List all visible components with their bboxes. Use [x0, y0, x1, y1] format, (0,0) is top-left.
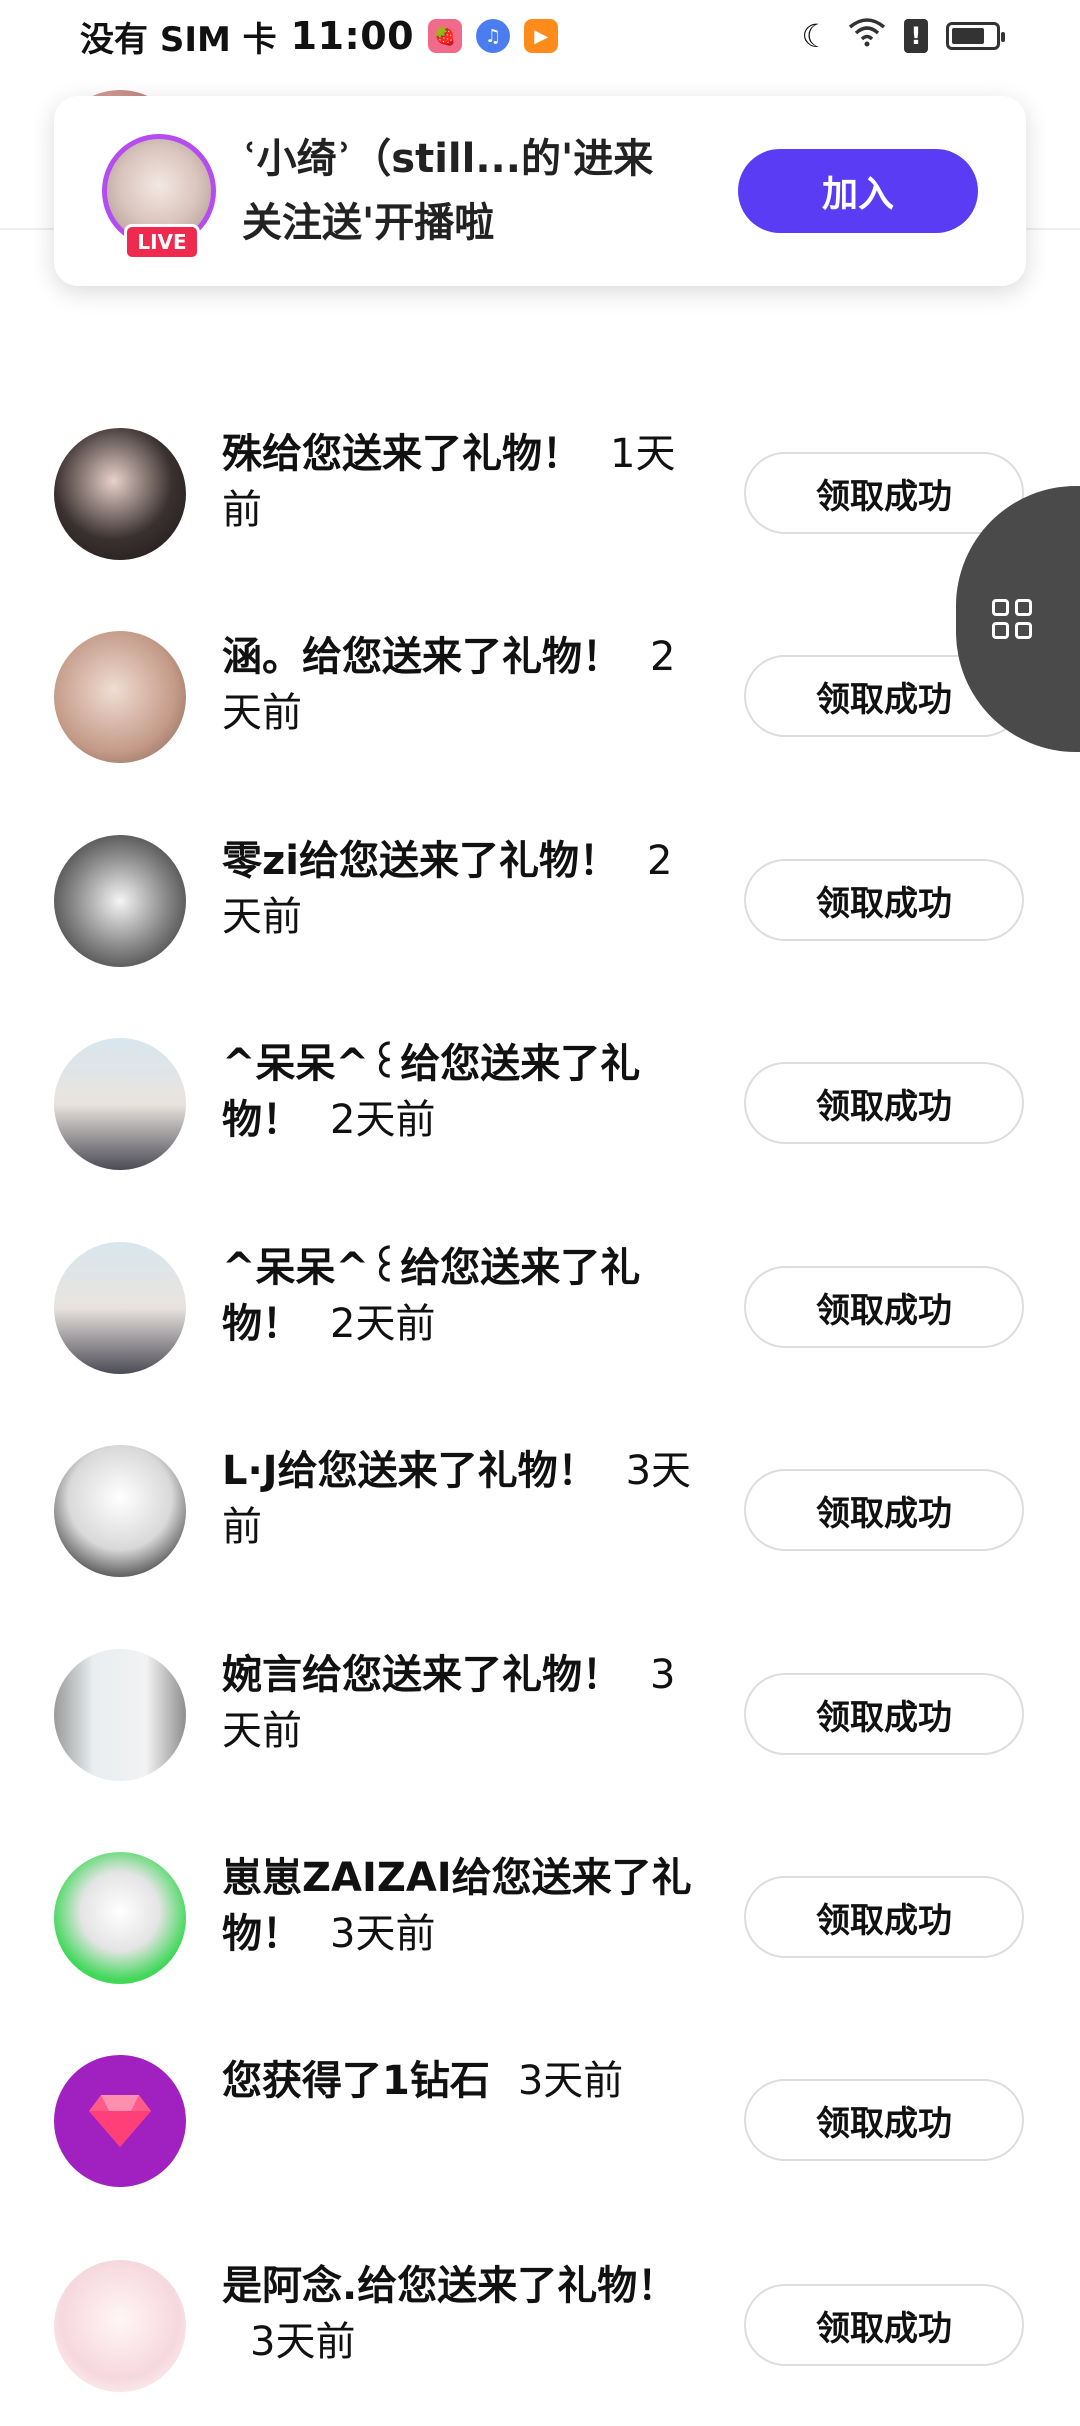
message-text: 您获得了1钻石 — [222, 2058, 490, 2104]
time-ago: 2天前 — [330, 1097, 436, 1143]
notification-message: 殊给您送来了礼物！ 1天前 — [222, 426, 702, 538]
message-text: 婉言给您送来了礼物！ — [222, 1652, 622, 1698]
notification-message: 婉言给您送来了礼物！ 3天前 — [222, 1647, 702, 1759]
time-ago: 3天前 — [330, 1911, 436, 1957]
claim-status-button[interactable]: 领取成功 — [744, 2079, 1024, 2161]
notification-message: L·J给您送来了礼物！ 3天前 — [222, 1443, 702, 1555]
live-notification-banner[interactable]: LIVE ʿ小绮ʾ（still...的'进来关注送'开播啦 加入 — [54, 96, 1026, 286]
music-icon: ♫ — [476, 19, 511, 53]
claim-status-button[interactable]: 领取成功 — [744, 2284, 1024, 2366]
diamond-icon[interactable] — [54, 2055, 186, 2187]
list-item: L·J给您送来了礼物！ 3天前 领取成功 — [0, 1407, 1080, 1611]
banner-message: ʿ小绮ʾ（still...的'进来关注送'开播啦 — [242, 136, 654, 246]
message-text: 殊给您送来了礼物！ — [222, 431, 582, 477]
status-left: 没有 SIM 卡 11:00 🍓 ♫ ▶ — [80, 12, 559, 61]
avatar[interactable] — [54, 1852, 186, 1984]
avatar[interactable] — [54, 1649, 186, 1781]
notification-message: 您获得了1钻石 3天前 — [222, 2053, 702, 2109]
streamer-avatar[interactable]: LIVE — [102, 134, 216, 260]
strawberry-app-icon: 🍓 — [428, 19, 463, 53]
list-item: 涵。给您送来了礼物！ 2天前 领取成功 — [0, 593, 1080, 797]
notification-message: 涵。给您送来了礼物！ 2天前 — [222, 629, 702, 741]
avatar[interactable] — [54, 631, 186, 763]
message-text: 涵。给您送来了礼物！ — [222, 634, 622, 680]
list-item: ^呆呆^꒰给您送来了礼物！ 2天前 领取成功 — [0, 1000, 1080, 1204]
moon-icon: ☾ — [801, 17, 830, 55]
alert-icon: ! — [904, 19, 928, 53]
list-item: 婉言给您送来了礼物！ 3天前 领取成功 — [0, 1611, 1080, 1815]
wifi-icon — [848, 17, 886, 55]
notification-message: ^呆呆^꒰给您送来了礼物！ 2天前 — [222, 1240, 702, 1352]
time-ago: 2天前 — [330, 1301, 436, 1347]
grid-icon — [992, 599, 1032, 639]
avatar[interactable] — [54, 835, 186, 967]
live-badge: LIVE — [124, 224, 200, 260]
list-item: 崽崽ZAIZAI给您送来了礼物！ 3天前 领取成功 — [0, 1814, 1080, 2018]
list-item: 零zi给您送来了礼物！ 2天前 领取成功 — [0, 797, 1080, 1001]
status-bar: 没有 SIM 卡 11:00 🍓 ♫ ▶ ☾ ! — [0, 0, 1080, 72]
avatar[interactable] — [54, 1242, 186, 1374]
claim-status-button[interactable]: 领取成功 — [744, 859, 1024, 941]
claim-status-button[interactable]: 领取成功 — [744, 452, 1024, 534]
list-item: 是阿念.给您送来了礼物！ 3天前 领取成功 — [0, 2222, 1080, 2426]
battery-level — [952, 28, 984, 44]
notification-message: 零zi给您送来了礼物！ 2天前 — [222, 833, 702, 945]
video-play-icon: ▶ — [524, 19, 559, 53]
list-item: 您获得了1钻石 3天前 领取成功 — [0, 2017, 1080, 2221]
time-ago: 3天前 — [250, 2319, 356, 2365]
message-text: 是阿念.给您送来了礼物！ — [222, 2263, 678, 2309]
status-right: ☾ ! — [801, 17, 1005, 55]
notification-message: 崽崽ZAIZAI给您送来了礼物！ 3天前 — [222, 1850, 702, 1962]
join-button[interactable]: 加入 — [738, 149, 978, 233]
claim-status-button[interactable]: 领取成功 — [744, 1673, 1024, 1755]
time-ago: 3天前 — [517, 2058, 624, 2104]
avatar[interactable] — [54, 1445, 186, 1577]
claim-status-button[interactable]: 领取成功 — [744, 1469, 1024, 1551]
avatar[interactable] — [54, 2260, 186, 2392]
avatar[interactable] — [54, 428, 186, 560]
clock: 11:00 — [290, 14, 415, 58]
claim-status-button[interactable]: 领取成功 — [744, 1876, 1024, 1958]
message-text: L·J给您送来了礼物！ — [222, 1448, 598, 1494]
message-text: 零zi给您送来了礼物！ — [222, 838, 619, 884]
battery-icon — [946, 22, 1005, 50]
carrier-text: 没有 SIM 卡 — [80, 19, 277, 60]
list-item: ^呆呆^꒰给您送来了礼物！ 2天前 领取成功 — [0, 1204, 1080, 1408]
message-text: 崽崽ZAIZAI给您送来了礼物！ — [222, 1855, 692, 1957]
list-item: 殊给您送来了礼物！ 1天前 领取成功 — [0, 390, 1080, 594]
notification-message: ^呆呆^꒰给您送来了礼物！ 2天前 — [222, 1036, 702, 1148]
avatar[interactable] — [54, 1038, 186, 1170]
claim-status-button[interactable]: 领取成功 — [744, 1266, 1024, 1348]
claim-status-button[interactable]: 领取成功 — [744, 1062, 1024, 1144]
notification-message: 是阿念.给您送来了礼物！ 3天前 — [222, 2258, 702, 2370]
